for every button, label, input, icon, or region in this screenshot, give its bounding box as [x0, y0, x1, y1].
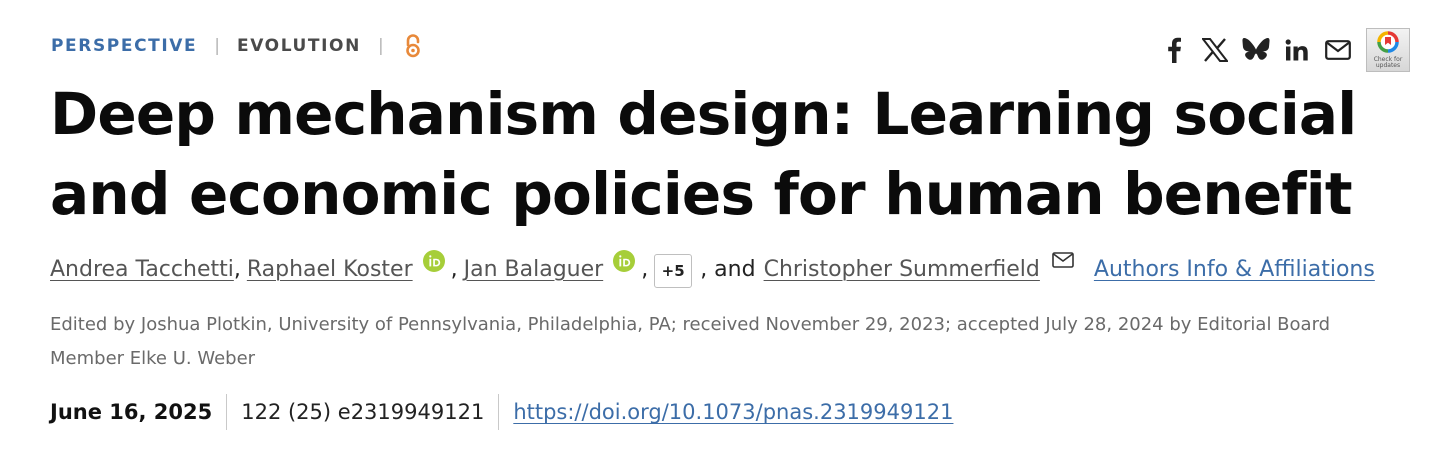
article-type-label[interactable]: PERSPECTIVE [51, 36, 197, 56]
author-separator: , [233, 256, 241, 282]
article-title: Deep mechanism design: Learning social a… [50, 80, 1357, 228]
open-access-icon [403, 33, 423, 59]
and-text: , and [700, 256, 756, 282]
facebook-icon[interactable] [1160, 36, 1188, 64]
author-separator: , [641, 256, 649, 282]
corresponding-author-email-icon[interactable] [1052, 249, 1074, 274]
check-for-updates-label: Check for updates [1373, 56, 1403, 69]
author-link[interactable]: Raphael Koster [247, 257, 413, 282]
orcid-icon[interactable] [422, 250, 445, 272]
publication-date: June 16, 2025 [50, 394, 228, 430]
check-for-updates-icon [1377, 31, 1399, 53]
separator: | [377, 36, 384, 56]
article-meta-bar: PERSPECTIVE | EVOLUTION | [51, 32, 423, 60]
author-list: Andrea Tacchetti , Raphael Koster , Jan … [50, 250, 1375, 288]
doi-link[interactable]: https://doi.org/10.1073/pnas.2319949121 [499, 400, 953, 424]
editorial-note: Edited by Joshua Plotkin, University of … [50, 314, 1331, 369]
share-toolbar: Check for updates [1160, 28, 1410, 72]
publication-meta: June 16, 2025 122 (25) e2319949121 https… [50, 394, 953, 430]
author-separator: , [450, 256, 458, 282]
subject-label[interactable]: EVOLUTION [237, 36, 361, 56]
citation-info: 122 (25) e2319949121 [227, 394, 500, 430]
linkedin-icon[interactable] [1283, 36, 1311, 64]
authors-affiliations-link[interactable]: Authors Info & Affiliations [1094, 257, 1375, 282]
separator: | [214, 36, 220, 56]
check-for-updates-badge[interactable]: Check for updates [1366, 28, 1410, 72]
orcid-icon[interactable] [613, 250, 636, 272]
author-link[interactable]: Jan Balaguer [464, 257, 604, 282]
author-link[interactable]: Andrea Tacchetti [50, 257, 234, 282]
more-authors-button[interactable]: +5 [654, 254, 693, 288]
author-link[interactable]: Christopher Summerfield [764, 257, 1040, 282]
bluesky-icon[interactable] [1242, 36, 1270, 64]
x-icon[interactable] [1201, 36, 1229, 64]
email-icon[interactable] [1324, 36, 1352, 64]
